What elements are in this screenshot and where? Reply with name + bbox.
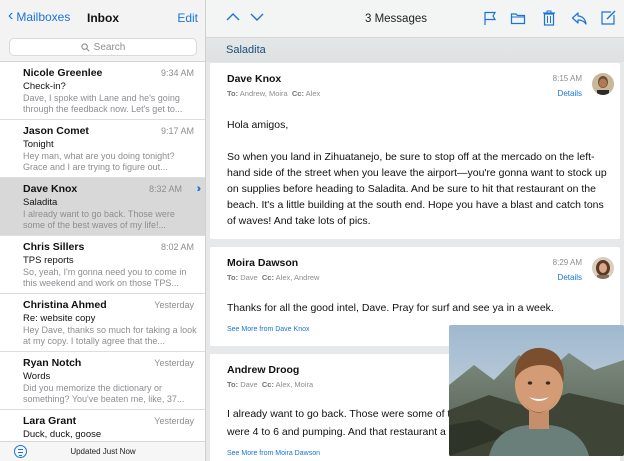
- trash-icon[interactable]: [541, 10, 557, 26]
- email-body: Thanks for all the good intel, Dave. Pra…: [227, 302, 554, 314]
- see-more-link[interactable]: See More from Dave Knox: [227, 326, 309, 333]
- list-item-selected[interactable]: Dave Knox 8:32 AM ›› Saladita I already …: [0, 178, 205, 236]
- message-time: Yesterday: [154, 358, 194, 368]
- search-input[interactable]: Search: [9, 38, 197, 56]
- update-status: Updated Just Now: [70, 447, 136, 456]
- mailbox-footer: Updated Just Now: [0, 441, 205, 461]
- list-item[interactable]: Jason Comet 9:17 AM Tonight Hey man, wha…: [0, 120, 205, 178]
- email-body: So when you land in Zihuatanejo, be sure…: [227, 151, 607, 227]
- mailbox-pane: ‹ Mailboxes Inbox Edit Search Nicole Gre…: [0, 0, 206, 461]
- message-time: Yesterday: [154, 416, 194, 426]
- folder-icon[interactable]: [510, 10, 526, 26]
- message-preview: I already want to go back. Those were so…: [23, 209, 175, 230]
- list-item[interactable]: Nicole Greenlee 9:34 AM Check-in? Dave, …: [0, 62, 205, 120]
- see-more-link[interactable]: See More from Moira Dawson: [227, 450, 320, 457]
- flag-icon[interactable]: [482, 10, 498, 26]
- message-list: Nicole Greenlee 9:34 AM Check-in? Dave, …: [0, 62, 205, 461]
- message-subject: Tonight: [23, 139, 54, 150]
- message-subject: Re: website copy: [23, 313, 96, 324]
- compose-icon[interactable]: [600, 10, 616, 26]
- thread-chevron-icon: ››: [196, 183, 202, 195]
- list-item[interactable]: Chris Sillers 8:02 AM TPS reports So, ye…: [0, 236, 205, 294]
- email-recipients: To: Dave Cc: Alex, Andrew: [227, 273, 320, 282]
- inbox-title: Inbox: [87, 11, 119, 25]
- search-placeholder: Search: [93, 41, 126, 53]
- facetime-video-preview[interactable]: [449, 325, 624, 456]
- message-preview: Hey Dave, thanks so much for taking a lo…: [23, 325, 197, 346]
- list-item[interactable]: Christina Ahmed Yesterday Re: website co…: [0, 294, 205, 352]
- email-recipients: To: Andrew, Moira Cc: Alex: [227, 89, 321, 98]
- email-sender: Moira Dawson: [227, 257, 299, 269]
- email-time: 8:15 AM: [552, 74, 582, 83]
- mailbox-header: ‹ Mailboxes Inbox Edit Search: [0, 0, 205, 62]
- message-preview: Dave, I spoke with Lane and he's going t…: [23, 93, 183, 114]
- email-sender: Dave Knox: [227, 73, 282, 85]
- email-card[interactable]: Dave Knox To: Andrew, Moira Cc: Alex 8:1…: [210, 63, 620, 239]
- email-sender: Andrew Droog: [227, 364, 300, 376]
- details-link[interactable]: Details: [558, 89, 582, 98]
- message-time: 8:02 AM: [160, 242, 194, 252]
- video-frame: [449, 325, 624, 456]
- email-time: 8:29 AM: [552, 258, 582, 267]
- reply-icon[interactable]: [571, 10, 587, 26]
- message-subject: Saladita: [23, 197, 58, 208]
- message-time: 9:17 AM: [160, 126, 194, 136]
- avatar: [592, 257, 614, 279]
- message-count: 3 Messages: [364, 13, 427, 25]
- message-toolbar: 3 Messages: [206, 0, 624, 38]
- message-time: Yesterday: [154, 300, 194, 310]
- email-greeting: Hola amigos,: [227, 119, 289, 131]
- message-subject: Check-in?: [23, 81, 66, 92]
- message-time: 8:32 AM: [148, 184, 182, 194]
- edit-button[interactable]: Edit: [177, 11, 198, 25]
- message-preview: Hey man, what are you doing tonight? Gra…: [23, 151, 175, 172]
- message-preview: So, yeah, I'm gonna need you to come in …: [23, 267, 187, 288]
- message-time: 9:34 AM: [160, 68, 194, 78]
- search-icon: [81, 42, 90, 52]
- message-preview: Did you memorize the dictionary or somet…: [23, 383, 185, 404]
- avatar: [592, 73, 614, 95]
- list-item[interactable]: Ryan Notch Yesterday Words Did you memor…: [0, 352, 205, 410]
- message-subject: Words: [23, 371, 51, 382]
- thread-title: Saladita: [206, 38, 624, 62]
- email-recipients: To: Dave Cc: Alex, Moira: [227, 380, 314, 389]
- message-subject: TPS reports: [23, 255, 74, 266]
- message-subject: Duck, duck, goose: [23, 429, 102, 440]
- details-link[interactable]: Details: [558, 273, 582, 282]
